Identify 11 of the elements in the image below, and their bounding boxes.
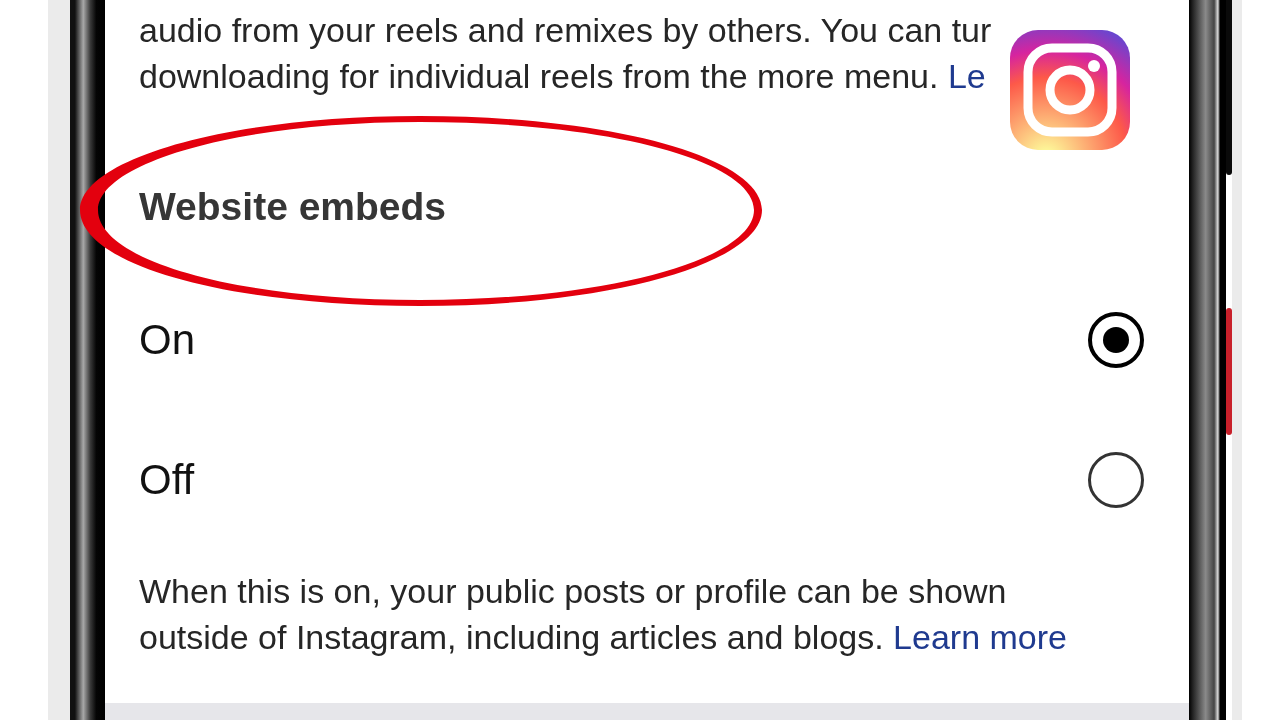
description-text: When this is on, your public posts or profile can be shown outside of Instagram, including articles and blogs. Learn more [139, 571, 1068, 658]
radio-button[interactable] [1088, 312, 1144, 368]
option-label: On [139, 315, 196, 365]
section-title: Website embeds [139, 184, 448, 230]
partial-description-line: audio from your reels and remixes by others. You can tur [139, 10, 993, 51]
camera-logo-icon [1010, 30, 1130, 150]
radio-button[interactable] [1088, 452, 1144, 508]
partial-description-line: downloading for individual reels from the more menu. Le [139, 56, 987, 97]
option-label: Off [139, 455, 195, 505]
learn-more-link[interactable]: Learn more [893, 618, 1067, 656]
learn-more-link[interactable]: Le [947, 57, 986, 95]
